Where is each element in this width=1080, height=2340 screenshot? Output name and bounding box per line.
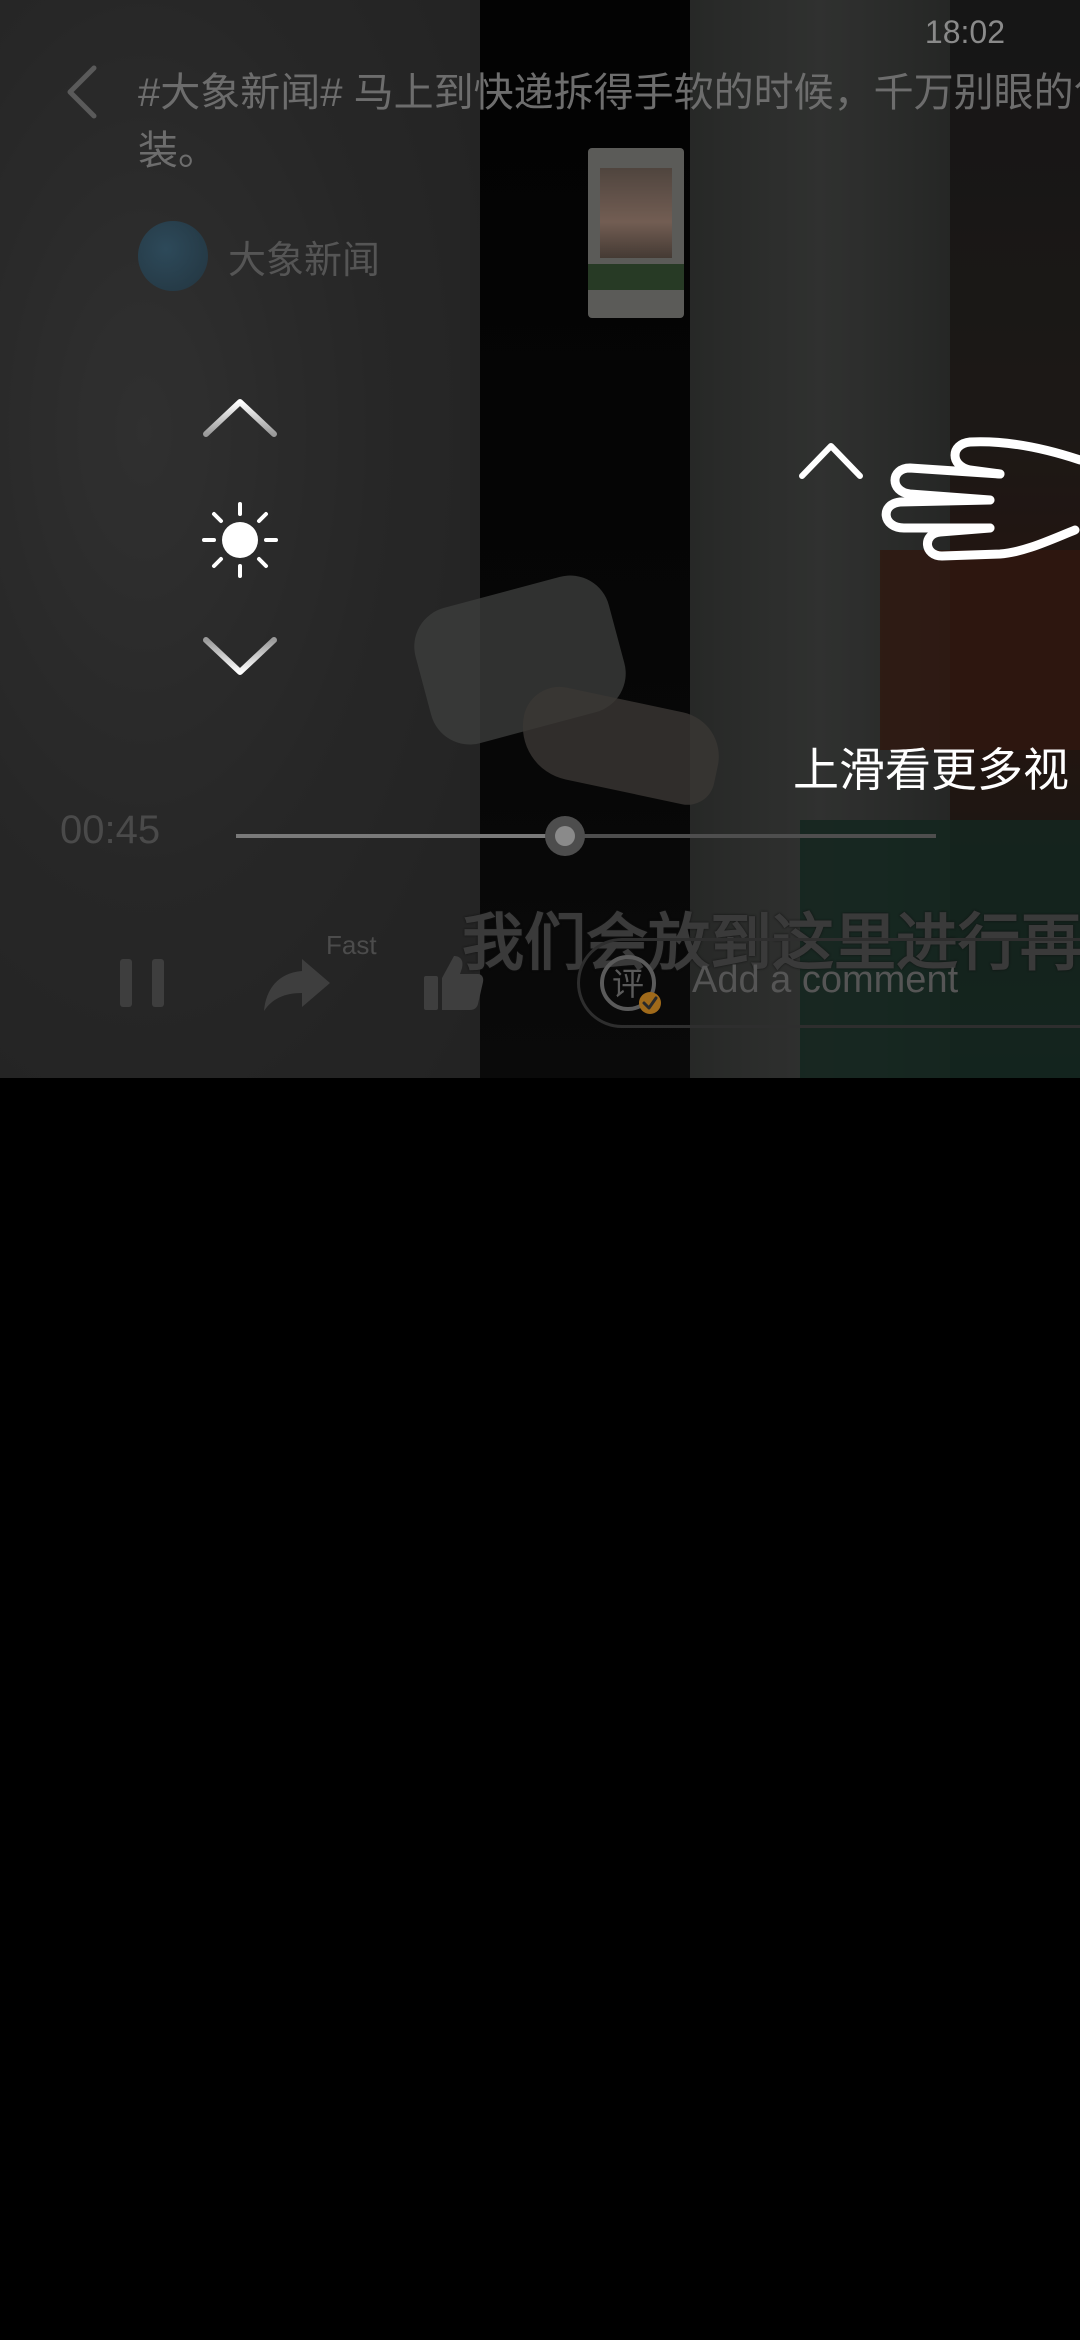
share-icon	[264, 959, 330, 1011]
swipe-hint-text: 上滑看更多视	[793, 744, 1069, 796]
back-button[interactable]	[60, 62, 104, 122]
back-arrow-icon	[67, 65, 97, 119]
author-row[interactable]: 大象新闻	[138, 218, 380, 294]
fast-label: Fast	[326, 930, 377, 960]
current-time: 00:45	[60, 808, 161, 852]
video-headline: #大象新闻# 马上到快递拆得手软的时候，千万别眼的包装。	[138, 71, 1080, 173]
like-button[interactable]	[422, 950, 484, 1012]
progress-fill	[236, 834, 565, 838]
share-button[interactable]	[262, 955, 332, 1013]
pause-button[interactable]	[116, 955, 168, 1011]
brightness-down-indicator	[200, 632, 280, 682]
brightness-up-indicator	[200, 392, 280, 442]
comment-input[interactable]: 评 Add a comment	[577, 938, 1080, 1028]
thumbs-up-icon	[424, 956, 484, 1010]
chevron-down-icon	[203, 637, 277, 675]
status-time: 18:02	[924, 14, 1005, 50]
author-name[interactable]: 大象新闻	[228, 229, 380, 284]
hand-pointer-icon	[850, 420, 1080, 600]
progress-thumb[interactable]	[545, 816, 585, 856]
author-avatar[interactable]	[138, 221, 208, 291]
sun-icon	[202, 502, 278, 578]
svg-text:评: 评	[612, 965, 644, 1003]
comment-placeholder: Add a comment	[692, 959, 959, 1001]
comment-icon: 评	[598, 951, 664, 1017]
chevron-up-icon	[203, 399, 277, 437]
pause-icon	[120, 959, 164, 1007]
progress-bar[interactable]	[236, 816, 936, 856]
video-player[interactable]: 18:02 #大象新闻# 马上到快递拆得手软的时候，千万别眼的包装。 大象新闻	[0, 0, 1080, 1078]
screen: 18:02 #大象新闻# 马上到快递拆得手软的时候，千万别眼的包装。 大象新闻	[0, 0, 1080, 2340]
